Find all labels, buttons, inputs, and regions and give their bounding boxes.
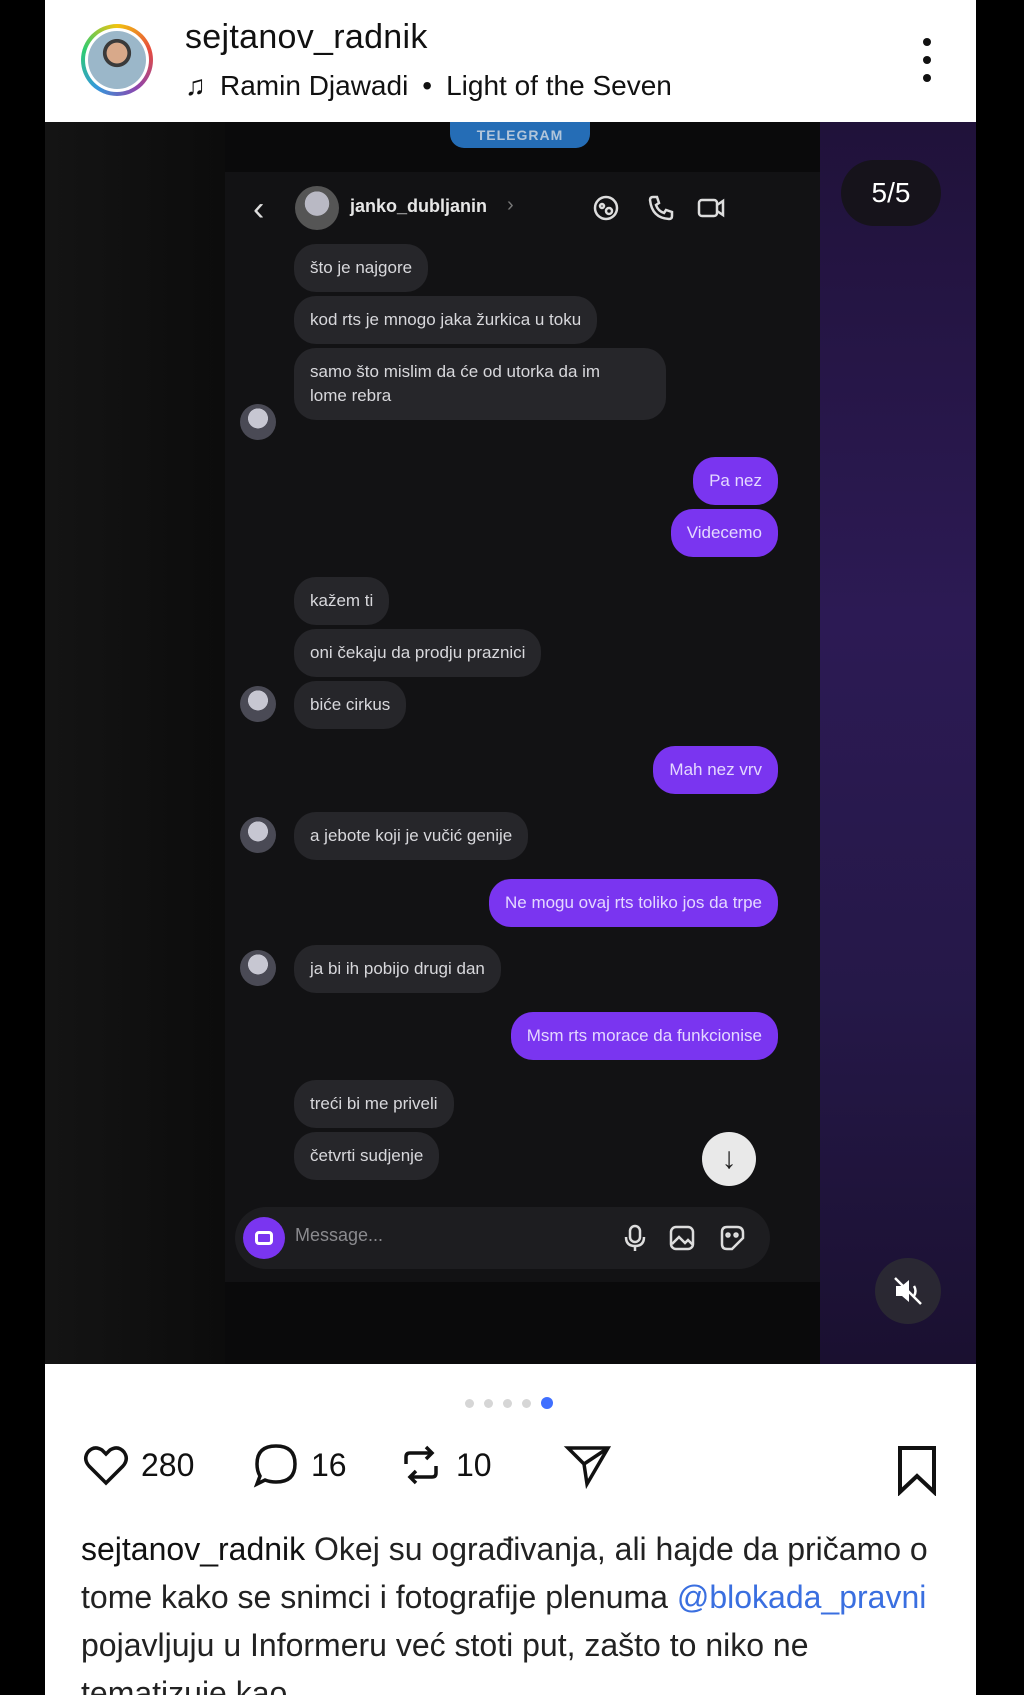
repost-icon — [404, 1445, 438, 1485]
action-bar: 280 16 10 — [81, 1440, 951, 1500]
more-options-icon[interactable] — [922, 38, 932, 82]
avatar-photo — [88, 31, 146, 89]
chat-message-incoming: a jebote koji je vučić genije — [294, 812, 529, 860]
carousel-indicator — [465, 1397, 553, 1409]
post-frame: sejtanov_radnik ♫ Ramin Djawadi • Light … — [45, 0, 976, 1695]
chat-screenshot: TELEGRAM ‹ janko_dubljanin › što je najg… — [225, 122, 820, 1364]
carousel-dot[interactable] — [522, 1398, 531, 1408]
chat-message-outgoing: Pa nez — [693, 457, 778, 505]
sticker-icon — [593, 195, 619, 221]
message-input — [295, 1225, 555, 1246]
sender-avatar — [240, 817, 276, 853]
post-header: sejtanov_radnik ♫ Ramin Djawadi • Light … — [45, 0, 976, 122]
carousel-dot[interactable] — [503, 1398, 512, 1408]
avatar[interactable] — [81, 24, 153, 96]
post-username[interactable]: sejtanov_radnik — [185, 18, 428, 57]
chat-header: ‹ janko_dubljanin › — [225, 172, 820, 252]
chat-message-outgoing: Mah nez vrv — [653, 746, 778, 794]
like-count: 280 — [141, 1446, 195, 1483]
chat-message-incoming: što je najgore — [294, 244, 429, 292]
camera-icon — [243, 1217, 285, 1259]
carousel-counter: 5/5 — [841, 160, 941, 226]
chat-message-incoming: kod rts je mnogo jaka žurkica u toku — [294, 296, 598, 344]
post-media[interactable]: TELEGRAM ‹ janko_dubljanin › što je najg… — [45, 122, 976, 1364]
microphone-icon — [624, 1224, 646, 1251]
scroll-down-icon: ↓ — [702, 1132, 756, 1186]
mute-icon[interactable] — [875, 1258, 941, 1324]
chevron-right-icon: › — [507, 194, 514, 216]
chat-message-outgoing: Ne mogu ovaj rts toliko jos da trpe — [488, 879, 778, 927]
chat-message-outgoing: Videcemo — [670, 509, 778, 557]
gallery-icon — [669, 1225, 695, 1251]
media-background-right — [816, 122, 976, 1364]
comment-count: 16 — [311, 1446, 347, 1483]
chat-message-incoming: oni čekaju da prodju praznici — [294, 629, 542, 677]
music-artist: Ramin Djawadi — [220, 70, 409, 101]
chat-message-incoming: treći bi me priveli — [294, 1080, 454, 1128]
repost-count: 10 — [456, 1446, 492, 1483]
share-button[interactable] — [563, 1440, 613, 1490]
chat-contact-avatar — [295, 186, 339, 230]
avatar-ring — [85, 28, 149, 92]
repost-button[interactable]: 10 — [396, 1440, 492, 1490]
sender-avatar — [240, 950, 276, 986]
carousel-dot[interactable] — [465, 1398, 474, 1408]
chat-contact-name: janko_dubljanin — [350, 196, 488, 216]
chat-message-incoming: ja bi ih pobijo drugi dan — [294, 945, 501, 993]
chat-message-incoming: kažem ti — [294, 577, 390, 625]
music-note-icon: ♫ — [185, 70, 206, 101]
music-track: Light of the Seven — [446, 70, 672, 101]
carousel-dot[interactable] — [484, 1398, 493, 1408]
media-background-left — [45, 122, 225, 1364]
chat-message-incoming: samo što mislim da će od utorka da im lo… — [294, 348, 666, 420]
comment-icon — [253, 1444, 297, 1488]
chat-message-outgoing: Msm rts morace da funkcionise — [510, 1012, 778, 1060]
carousel-dot-active[interactable] — [541, 1397, 553, 1409]
send-icon — [563, 1446, 612, 1490]
music-info[interactable]: ♫ Ramin Djawadi • Light of the Seven — [185, 70, 672, 102]
sender-avatar — [240, 686, 276, 722]
video-call-icon — [697, 198, 725, 218]
chat-message-incoming: četvrti sudjenje — [294, 1132, 440, 1180]
sticker-icon — [720, 1225, 745, 1251]
sender-avatar — [240, 404, 276, 440]
caption-mention-link[interactable]: @blokada_pravni — [677, 1579, 927, 1615]
bookmark-icon[interactable] — [893, 1444, 941, 1496]
caption-text-continued: pojavljuju u Informeru već stoti put, za… — [81, 1627, 809, 1695]
heart-icon — [84, 1446, 128, 1486]
post-caption: sejtanov_radnik Okej su ograđivanja, ali… — [81, 1525, 941, 1695]
comment-button[interactable]: 16 — [251, 1440, 347, 1490]
chat-window: ‹ janko_dubljanin › što je najgore kod r… — [225, 172, 820, 1282]
music-separator: • — [422, 70, 433, 101]
caption-username[interactable]: sejtanov_radnik — [81, 1531, 305, 1567]
telegram-banner: TELEGRAM — [450, 122, 590, 148]
back-chevron-icon: ‹ — [253, 190, 265, 228]
phone-icon — [648, 195, 674, 221]
chat-composer — [235, 1207, 770, 1269]
chat-message-incoming: biće cirkus — [294, 681, 407, 729]
like-button[interactable]: 280 — [81, 1440, 194, 1490]
